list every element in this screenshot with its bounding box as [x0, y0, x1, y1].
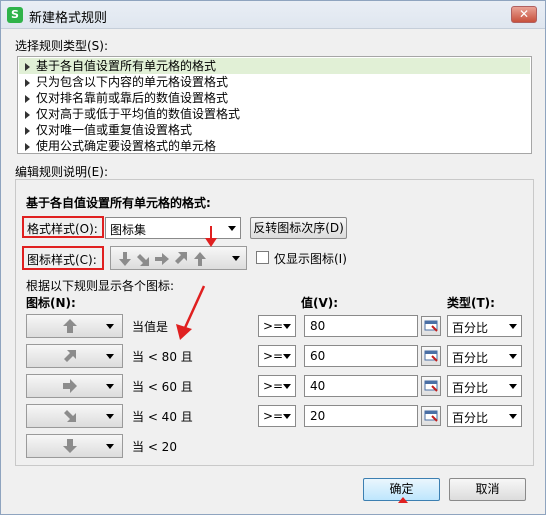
value-input[interactable]: 40: [304, 375, 418, 397]
bullet-triangle-icon: [25, 142, 30, 151]
dialog-window: S 新建格式规则 ✕ 选择规则类型(S): 基于各自值设置所有单元格的格式 只为…: [0, 0, 546, 515]
type-select[interactable]: 百分比: [447, 405, 522, 427]
rule-type-item[interactable]: 仅对唯一值或重复值设置格式: [19, 122, 530, 138]
icon-select[interactable]: [26, 374, 123, 398]
close-button[interactable]: ✕: [511, 6, 537, 23]
bullet-triangle-icon: [25, 62, 30, 71]
condition-label: 当 < 20: [132, 440, 177, 454]
rule-type-item[interactable]: 使用公式确定要设置格式的单元格: [19, 138, 530, 154]
type-select[interactable]: 百分比: [447, 345, 522, 367]
cell-picker-button[interactable]: [421, 346, 441, 366]
value-input[interactable]: 60: [304, 345, 418, 367]
format-style-select[interactable]: 图标集: [105, 217, 241, 239]
chevron-down-icon: [232, 256, 240, 261]
chevron-down-icon: [283, 414, 291, 419]
cancel-button[interactable]: 取消: [449, 478, 526, 501]
rule-type-item[interactable]: 基于各自值设置所有单元格的格式: [19, 58, 530, 74]
operator-select[interactable]: >=: [258, 315, 296, 337]
rule-description-panel: 基于各自值设置所有单元格的格式: 格式样式(O): 图标集 反转图标次序(D) …: [15, 179, 534, 466]
icon-column-header: 图标(N):: [26, 296, 76, 310]
range-picker-icon: [424, 410, 438, 422]
range-picker-icon: [424, 380, 438, 392]
chevron-down-icon: [509, 384, 517, 389]
cell-picker-button[interactable]: [421, 406, 441, 426]
range-picker-icon: [424, 320, 438, 332]
chevron-down-icon: [283, 384, 291, 389]
app-logo-icon: S: [7, 7, 23, 23]
operator-select[interactable]: >=: [258, 345, 296, 367]
icon-select[interactable]: [26, 404, 123, 428]
show-icon-only-checkbox[interactable]: [256, 251, 269, 264]
operator-select[interactable]: >=: [258, 375, 296, 397]
icon-select[interactable]: [26, 344, 123, 368]
icon-select[interactable]: [26, 314, 123, 338]
condition-label: 当 < 60 且: [132, 380, 193, 394]
show-icon-only-label: 仅显示图标(I): [274, 252, 347, 266]
dialog-title: 新建格式规则: [29, 11, 108, 26]
arrow-up-icon: [63, 319, 77, 333]
chevron-down-icon: [509, 324, 517, 329]
chevron-down-icon: [106, 414, 114, 419]
annotation-arrow-icon: [205, 226, 217, 247]
rule-type-label: 选择规则类型(S):: [15, 39, 109, 53]
chevron-down-icon: [283, 354, 291, 359]
bullet-triangle-icon: [25, 78, 30, 87]
chevron-down-icon: [228, 226, 236, 231]
condition-label: 当值是: [132, 320, 169, 334]
arrow-down-right-icon: [64, 410, 76, 422]
cell-picker-button[interactable]: [421, 376, 441, 396]
icon-style-label: 图标样式(C):: [27, 253, 97, 267]
range-picker-icon: [424, 350, 438, 362]
condition-label: 当 < 40 且: [132, 410, 193, 424]
condition-label: 当 < 80 且: [132, 350, 193, 364]
chevron-down-icon: [106, 384, 114, 389]
arrow-set-icon: [119, 252, 206, 266]
type-column-header: 类型(T):: [447, 296, 495, 310]
chevron-down-icon: [106, 354, 114, 359]
reverse-icon-order-button[interactable]: 反转图标次序(D): [250, 217, 347, 239]
cell-picker-button[interactable]: [421, 316, 441, 336]
rule-type-item[interactable]: 仅对排名靠前或靠后的数值设置格式: [19, 90, 530, 106]
icon-style-select[interactable]: [110, 246, 247, 270]
bullet-triangle-icon: [25, 110, 30, 119]
chevron-down-icon: [283, 324, 291, 329]
rule-type-list[interactable]: 基于各自值设置所有单元格的格式 只为包含以下内容的单元格设置格式 仅对排名靠前或…: [17, 56, 532, 154]
chevron-down-icon: [509, 354, 517, 359]
format-style-label: 格式样式(O):: [27, 222, 98, 236]
value-input[interactable]: 20: [304, 405, 418, 427]
annotation-arrow-icon: [398, 497, 408, 503]
title-bar[interactable]: S 新建格式规则 ✕: [1, 1, 545, 29]
rule-heading: 基于各自值设置所有单元格的格式:: [26, 196, 211, 210]
type-select[interactable]: 百分比: [447, 375, 522, 397]
arrow-down-icon: [63, 439, 77, 453]
chevron-down-icon: [106, 324, 114, 329]
chevron-down-icon: [106, 444, 114, 449]
edit-rule-label: 编辑规则说明(E):: [15, 165, 108, 179]
value-input[interactable]: 80: [304, 315, 418, 337]
bullet-triangle-icon: [25, 94, 30, 103]
rule-type-item[interactable]: 仅对高于或低于平均值的数值设置格式: [19, 106, 530, 122]
annotation-arrow-icon: [176, 285, 206, 340]
value-column-header: 值(V):: [301, 296, 339, 310]
bullet-triangle-icon: [25, 126, 30, 135]
arrow-right-icon: [63, 379, 77, 393]
arrow-up-right-icon: [64, 350, 76, 362]
icon-select[interactable]: [26, 434, 123, 458]
type-select[interactable]: 百分比: [447, 315, 522, 337]
rule-type-item[interactable]: 只为包含以下内容的单元格设置格式: [19, 74, 530, 90]
operator-select[interactable]: >=: [258, 405, 296, 427]
rules-caption: 根据以下规则显示各个图标:: [26, 279, 175, 293]
chevron-down-icon: [509, 414, 517, 419]
